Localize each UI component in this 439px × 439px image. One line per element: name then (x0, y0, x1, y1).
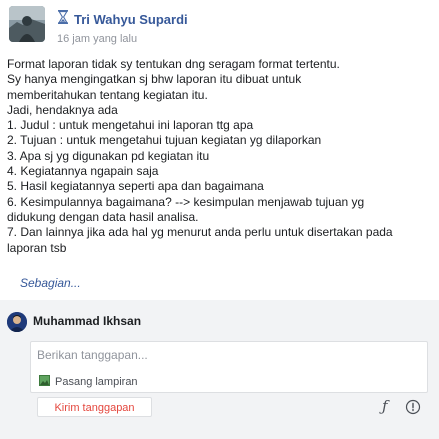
see-more-link[interactable]: Sebagian... (20, 276, 81, 290)
post-line: laporan tsb (7, 240, 67, 255)
forum-post: Tri Wahyu Supardi 16 jam yang lalu Forma… (0, 0, 439, 300)
post-line: 6. Kesimpulannya bagaimana? --> kesimpul… (7, 194, 365, 209)
post-line: 4. Kegiatannya ngapain saja (7, 164, 159, 179)
attach-label: Pasang lampiran (55, 376, 138, 388)
author-name[interactable]: Tri Wahyu Supardi (74, 12, 188, 27)
more-options-icon[interactable] (405, 399, 421, 415)
post-body: Format laporan tidak sy tentukan dng ser… (7, 57, 432, 256)
post-line: Sy hanya mengingatkan sj bhw laporan itu… (7, 72, 302, 87)
post-line: 2. Tujuan : untuk mengetahui tujuan kegi… (7, 133, 322, 148)
reply-box: Pasang lampiran (30, 341, 428, 393)
commenter-avatar[interactable] (7, 312, 27, 332)
post-timestamp[interactable]: 16 jam yang lalu (57, 33, 137, 45)
post-line: Format laporan tidak sy tentukan dng ser… (7, 57, 340, 71)
submit-comment-button[interactable]: Kirim tanggapan (37, 397, 152, 417)
comment-area: Muhammad Ikhsan Pasang lampiran Kirim ta… (0, 300, 439, 439)
post-line: 7. Dan lainnya jika ada hal yg menurut a… (7, 225, 393, 240)
post-line: didukung dengan data hasil analisa. (7, 209, 199, 224)
commenter-name[interactable]: Muhammad Ikhsan (33, 314, 141, 328)
author-row: Tri Wahyu Supardi (57, 10, 188, 29)
image-attachment-icon (39, 373, 55, 391)
author-avatar[interactable] (9, 6, 45, 42)
attach-button[interactable]: Pasang lampiran (39, 373, 138, 391)
post-line: 3. Apa sj yg digunakan pd kegiatan itu (7, 148, 210, 163)
post-line: 5. Hasil kegiatannya seperti apa dan bag… (7, 179, 264, 194)
reply-input[interactable] (37, 348, 417, 362)
post-line: Jadi, hendaknya ada (7, 102, 118, 117)
post-line: memberitahukan tentang kegiatan itu. (7, 87, 208, 102)
post-line: 1. Judul : untuk mengetahui ini laporan … (7, 118, 254, 133)
hourglass-icon (57, 10, 74, 29)
formula-icon[interactable]: ƒ (382, 397, 396, 415)
